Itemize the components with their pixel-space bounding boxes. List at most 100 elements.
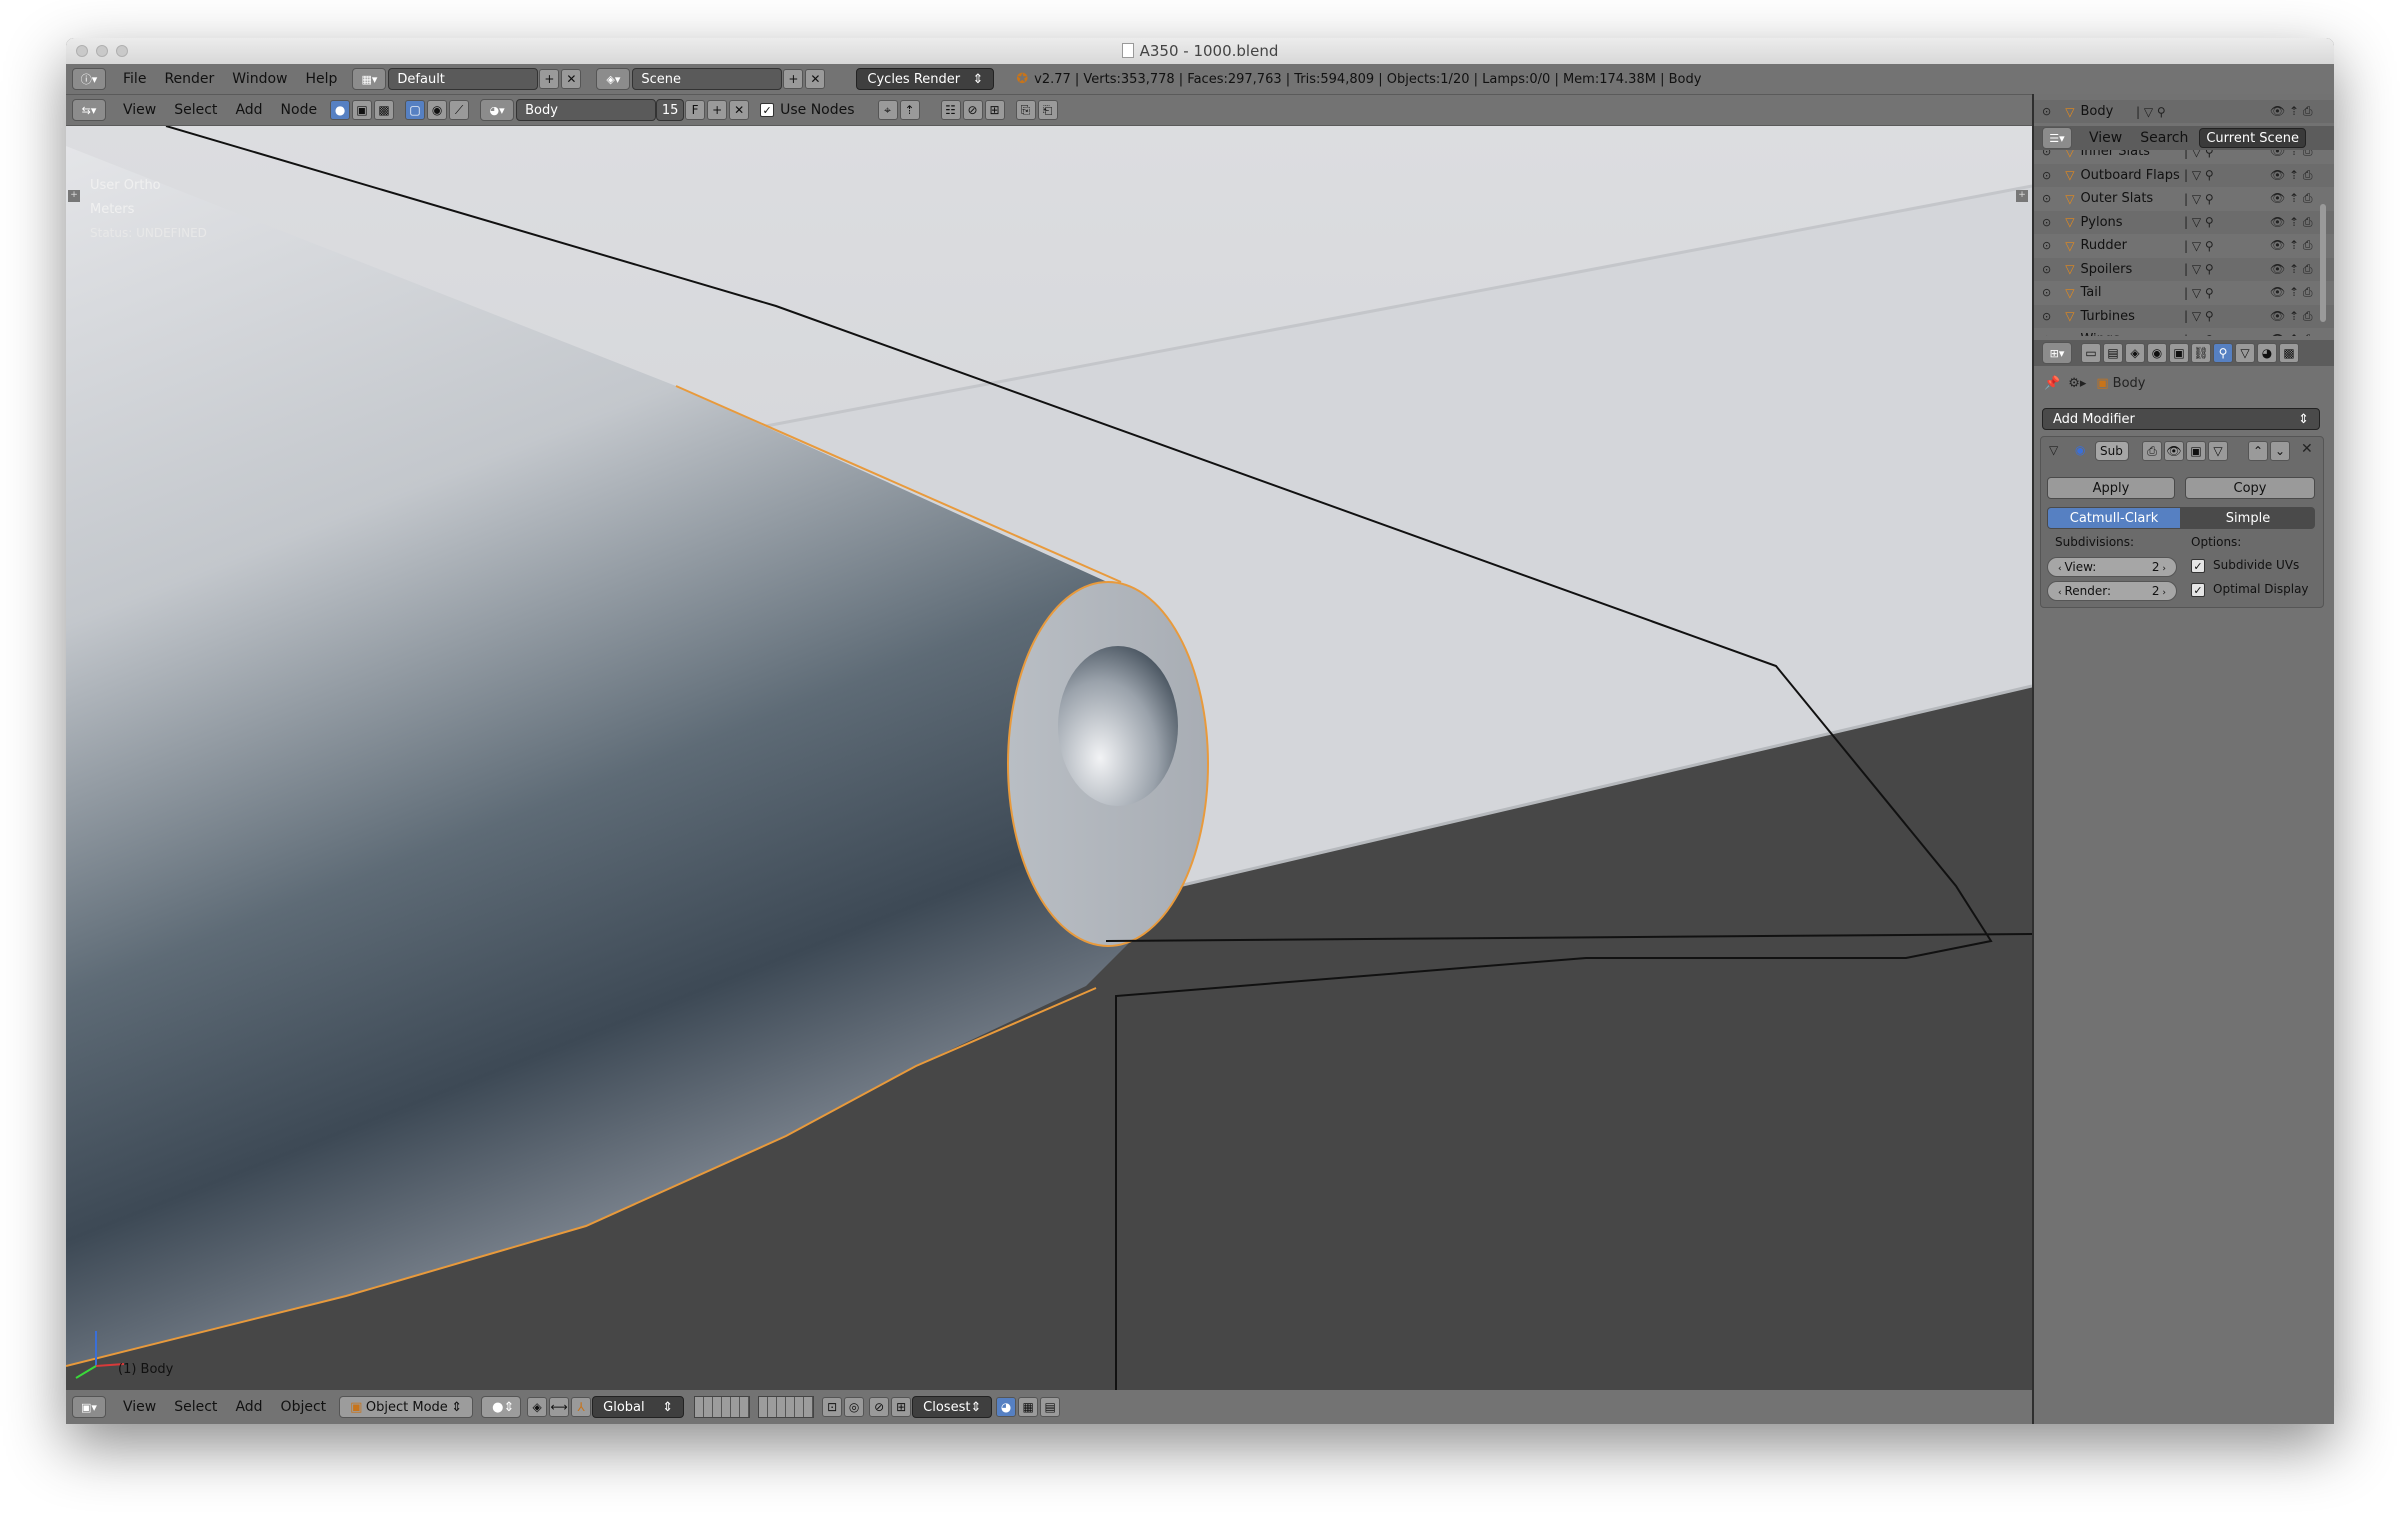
- shader-nodes-icon[interactable]: ●: [330, 100, 351, 120]
- node-menu-view[interactable]: View: [114, 102, 165, 118]
- view-menu[interactable]: View: [114, 1399, 165, 1415]
- outliner-scope-select[interactable]: Current Scene: [2199, 128, 2306, 148]
- toolshelf-toggle-icon[interactable]: +: [68, 190, 80, 202]
- info-editor-type-button[interactable]: ⓘ▾: [72, 68, 106, 90]
- snap-element-icon[interactable]: ⊞: [891, 1397, 912, 1417]
- mode-select[interactable]: ▣ Object Mode ⇕: [339, 1396, 474, 1418]
- data-tab-icon[interactable]: ▽: [2235, 343, 2255, 363]
- snap-target-select[interactable]: Closest ⇕: [912, 1396, 993, 1418]
- proportional-edit-icon[interactable]: ◎: [844, 1397, 865, 1417]
- opengl-animation-icon[interactable]: ▤: [1040, 1397, 1061, 1417]
- outliner-top-row[interactable]: ⊙ ▽ Body | ▽ ⚲ 👁 ⇡ ⎙: [2034, 100, 2334, 123]
- world-shader-icon[interactable]: ◉: [427, 100, 448, 120]
- orientation-select[interactable]: Global ⇕: [592, 1396, 685, 1418]
- render-preview-icon[interactable]: ◕: [996, 1397, 1017, 1417]
- expand-icon[interactable]: ⊙: [2042, 192, 2051, 205]
- outliner-list[interactable]: ⊙ ▽ Inner Slats | ▽ ⚲ 👁 ⇡ ⎙ ⊙ ▽ Outboard Flaps |…: [2034, 150, 2334, 336]
- restrict-icons[interactable]: 👁 ⇡ ⎙: [2270, 215, 2313, 230]
- material-slot-icon[interactable]: ◕▾: [480, 99, 515, 121]
- expand-icon[interactable]: ⊙: [2042, 333, 2051, 336]
- outliner-view-menu[interactable]: View: [2080, 130, 2131, 146]
- scene-icon[interactable]: ◈▾: [596, 68, 631, 90]
- outliner-item[interactable]: ⊙ ▽ Inner Slats | ▽ ⚲ 👁 ⇡ ⎙: [2034, 150, 2334, 163]
- restrict-icons[interactable]: 👁 ⇡ ⎙: [2270, 285, 2313, 300]
- scene-field[interactable]: Scene: [632, 68, 783, 90]
- transform-manipulator-icon[interactable]: ⅄: [571, 1397, 592, 1417]
- manipulator-icon[interactable]: ⟷: [549, 1397, 570, 1417]
- 3d-viewport[interactable]: User Ortho Meters Status: UNDEFINED (1) …: [66, 126, 2032, 1390]
- unlink-material-button[interactable]: ✕: [729, 100, 750, 120]
- optimal-display-checkbox[interactable]: ✓: [2191, 583, 2205, 597]
- node-menu-select[interactable]: Select: [165, 102, 226, 118]
- menu-file[interactable]: File: [114, 71, 155, 87]
- outliner-scrollbar[interactable]: [2320, 204, 2326, 322]
- paste-nodes-icon[interactable]: ⎗: [1037, 100, 1058, 120]
- expand-icon[interactable]: ⊙: [2042, 105, 2051, 118]
- fake-user-button[interactable]: F: [685, 100, 706, 120]
- modifier-name-field[interactable]: Sub: [2095, 441, 2129, 461]
- screen-layout-icon[interactable]: ▦▾: [352, 68, 387, 90]
- add-layout-button[interactable]: +: [539, 69, 560, 89]
- expand-icon[interactable]: ⊙: [2042, 150, 2051, 158]
- new-material-button[interactable]: +: [707, 100, 728, 120]
- modifier-editmode-toggle[interactable]: ▣: [2186, 441, 2206, 461]
- outliner-editor-type[interactable]: ☰▾: [2042, 127, 2072, 149]
- layers-row-1[interactable]: [694, 1396, 751, 1418]
- copy-nodes-icon[interactable]: ⎘: [1015, 100, 1036, 120]
- move-up-icon[interactable]: ⌃: [2248, 441, 2268, 461]
- outliner-item[interactable]: ⊙ ▽ Turbines | ▽ ⚲ 👁 ⇡ ⎙: [2034, 304, 2334, 328]
- outliner-item[interactable]: ⊙ ▽ Outer Slats | ▽ ⚲ 👁 ⇡ ⎙: [2034, 187, 2334, 210]
- object-name-field[interactable]: Body: [516, 99, 657, 121]
- move-down-icon[interactable]: ⌄: [2270, 441, 2290, 461]
- expand-icon[interactable]: ⊙: [2042, 216, 2051, 229]
- restrict-icons[interactable]: 👁 ⇡ ⎙: [2270, 238, 2313, 253]
- select-menu[interactable]: Select: [165, 1399, 226, 1415]
- delete-layout-button[interactable]: ✕: [561, 69, 582, 89]
- properties-toggle-icon[interactable]: +: [2016, 190, 2028, 202]
- remove-modifier-icon[interactable]: ✕: [2301, 441, 2313, 457]
- backdrop-icon[interactable]: ☷: [940, 100, 961, 120]
- render-engine-select[interactable]: Cycles Render ⇕: [856, 68, 995, 90]
- parent-node-icon[interactable]: ⇡: [899, 100, 920, 120]
- modifiers-tab-icon[interactable]: ⚲: [2213, 343, 2233, 363]
- modifier-render-toggle[interactable]: ⎙: [2142, 441, 2162, 461]
- expand-icon[interactable]: ⊙: [2042, 310, 2051, 323]
- texture-tab-icon[interactable]: ▩: [2279, 343, 2299, 363]
- render-subdivisions-field[interactable]: ‹ Render: 2 ›: [2047, 581, 2177, 601]
- properties-editor-type[interactable]: ⊞▾: [2042, 342, 2072, 364]
- copy-button[interactable]: Copy: [2185, 477, 2315, 499]
- node-menu-add[interactable]: Add: [226, 102, 271, 118]
- object-menu[interactable]: Object: [272, 1399, 336, 1415]
- snap-icon[interactable]: ⊞: [984, 100, 1005, 120]
- pin-context-icon[interactable]: 📌: [2044, 376, 2060, 391]
- expand-icon[interactable]: ⊙: [2042, 286, 2051, 299]
- node-editor-type-button[interactable]: ⇆▾: [72, 99, 106, 121]
- outliner-item[interactable]: ⊙ ▽ Outboard Flaps | ▽ ⚲ 👁 ⇡ ⎙: [2034, 163, 2334, 187]
- pivot-point-icon[interactable]: ◈: [527, 1397, 548, 1417]
- use-nodes-checkbox[interactable]: ✓: [760, 103, 775, 117]
- world-tab-icon[interactable]: ◉: [2147, 343, 2167, 363]
- catmull-clark-option[interactable]: Catmull-Clark: [2047, 507, 2181, 529]
- auto-offset-icon[interactable]: ⊘: [962, 100, 983, 120]
- snap-toggle-icon[interactable]: ⊘: [869, 1397, 890, 1417]
- outliner-item[interactable]: ⊙ ▽ Wings | ▽ ⚲ 👁 ⇡ ⎙: [2034, 328, 2334, 336]
- delete-scene-button[interactable]: ✕: [805, 69, 826, 89]
- layers-row-2[interactable]: [758, 1396, 815, 1418]
- view-subdivisions-field[interactable]: ‹ View: 2 ›: [2047, 557, 2177, 577]
- apply-button[interactable]: Apply: [2047, 477, 2175, 499]
- restrict-icons[interactable]: 👁 ⇡ ⎙: [2270, 332, 2313, 336]
- scene-tab-icon[interactable]: ◈: [2125, 343, 2145, 363]
- lock-camera-icon[interactable]: ⊡: [822, 1397, 843, 1417]
- expand-icon[interactable]: ⊙: [2042, 239, 2051, 252]
- restrict-icons[interactable]: 👁 ⇡ ⎙: [2270, 309, 2313, 324]
- collapse-modifier-icon[interactable]: ▽: [2049, 443, 2058, 457]
- outliner-item[interactable]: ⊙ ▽ Tail | ▽ ⚲ 👁 ⇡ ⎙: [2034, 281, 2334, 304]
- restrict-icons[interactable]: 👁 ⇡ ⎙: [2270, 262, 2313, 277]
- modifier-viewport-toggle[interactable]: 👁: [2164, 441, 2184, 461]
- expand-icon[interactable]: ⊙: [2042, 263, 2051, 276]
- node-menu-node[interactable]: Node: [272, 102, 327, 118]
- outliner-search-menu[interactable]: Search: [2131, 130, 2197, 146]
- compositing-nodes-icon[interactable]: ▣: [352, 100, 373, 120]
- restrict-icons[interactable]: 👁 ⇡ ⎙: [2270, 104, 2313, 119]
- object-shader-icon[interactable]: ▢: [405, 100, 426, 120]
